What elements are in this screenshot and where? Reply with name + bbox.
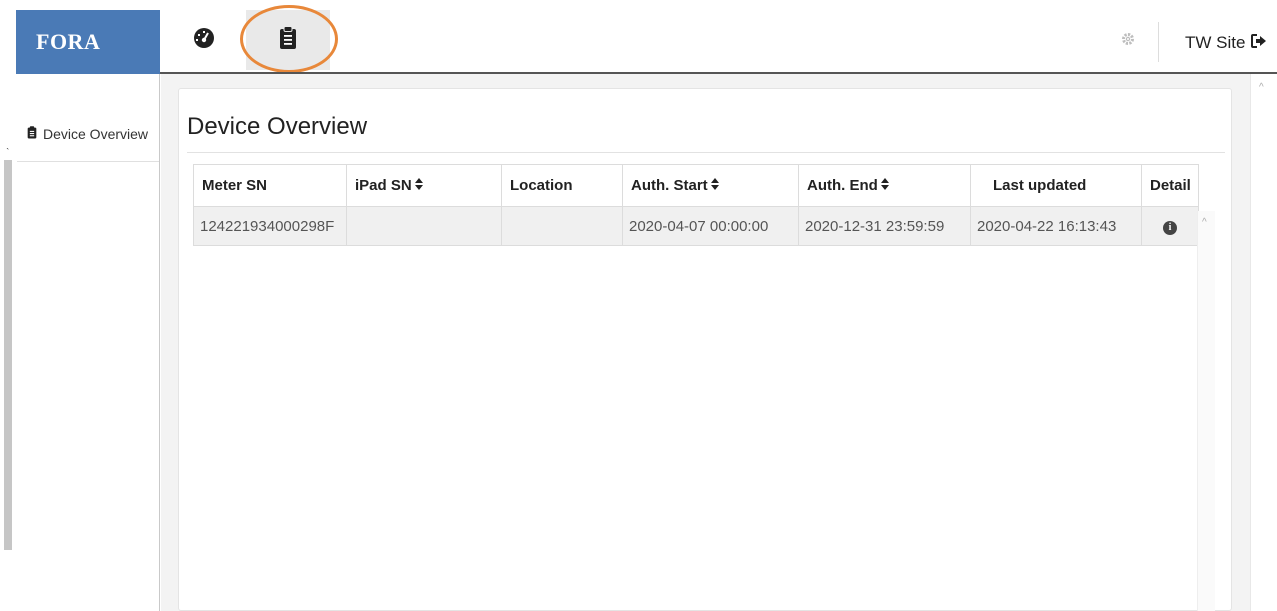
page-left-scrollbar[interactable]	[4, 160, 12, 550]
nav-device-overview-button[interactable]	[246, 10, 330, 70]
column-header-last-updated: Last updated	[970, 164, 1142, 207]
sidebar-collapse-marker: ˴	[6, 143, 10, 154]
site-logout-link[interactable]: TW Site	[1185, 33, 1267, 53]
nav-dashboard-button[interactable]	[175, 10, 233, 70]
column-header-location: Location	[501, 164, 623, 207]
gear-icon	[1121, 32, 1135, 51]
sidebar: Device Overview	[17, 74, 160, 611]
column-header-meter-sn: Meter SN	[193, 164, 347, 207]
table-header-row: Meter SN iPad SN Location Auth. Start Au…	[193, 164, 1199, 207]
column-header-ipad-sn[interactable]: iPad SN	[346, 164, 502, 207]
sidebar-item-label: Device Overview	[43, 125, 149, 142]
cell-auth-end: 2020-12-31 23:59:59	[798, 206, 971, 246]
settings-button[interactable]	[1118, 31, 1138, 51]
column-header-auth-end[interactable]: Auth. End	[798, 164, 971, 207]
table-scrollbar[interactable]: ^	[1197, 211, 1215, 611]
column-header-detail: Detail	[1141, 164, 1199, 207]
column-header-auth-start[interactable]: Auth. Start	[622, 164, 799, 207]
cell-ipad-sn	[346, 206, 502, 246]
cell-auth-start: 2020-04-07 00:00:00	[622, 206, 799, 246]
site-label: TW Site	[1185, 33, 1246, 52]
info-circle-icon[interactable]: i	[1163, 220, 1177, 235]
cell-location	[501, 206, 623, 246]
scroll-up-arrow-icon[interactable]: ^	[1259, 82, 1264, 93]
brand-logo-area[interactable]: FORA	[16, 10, 160, 74]
header-divider	[1158, 22, 1159, 62]
scroll-up-arrow-icon[interactable]: ^	[1202, 217, 1207, 228]
clipboard-icon	[279, 25, 297, 55]
title-divider	[187, 152, 1225, 153]
page-title: Device Overview	[187, 113, 368, 140]
sort-icon[interactable]	[880, 177, 889, 194]
device-table: Meter SN iPad SN Location Auth. Start Au…	[193, 164, 1199, 246]
tachometer-icon	[193, 27, 215, 54]
sort-icon[interactable]	[710, 177, 719, 194]
device-overview-panel: Device Overview Meter SN iPad SN Locatio…	[178, 88, 1232, 611]
table-row[interactable]: 124221934000298F 2020-04-07 00:00:00 202…	[193, 206, 1199, 246]
clipboard-icon	[27, 125, 37, 142]
page-scrollbar[interactable]: ^	[1250, 74, 1277, 611]
top-bar: FORA TW Site	[0, 0, 1277, 74]
cell-last-updated: 2020-04-22 16:13:43	[970, 206, 1142, 246]
sign-out-icon	[1251, 33, 1267, 53]
cell-detail: i	[1141, 206, 1199, 246]
sidebar-item-device-overview[interactable]: Device Overview	[17, 106, 159, 162]
brand-logo: FORA	[36, 29, 101, 54]
sort-icon[interactable]	[414, 177, 423, 194]
cell-meter-sn: 124221934000298F	[193, 206, 347, 246]
